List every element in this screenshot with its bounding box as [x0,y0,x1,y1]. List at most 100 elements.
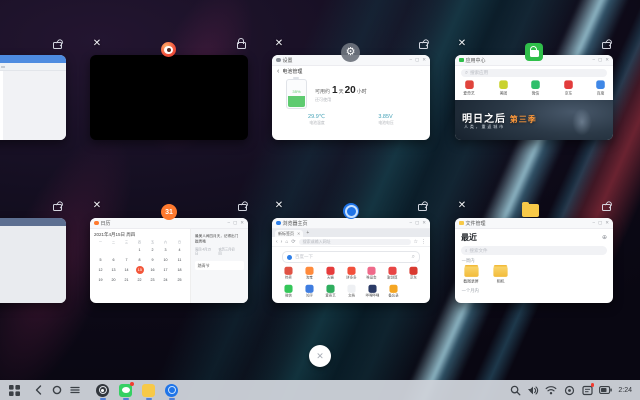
dock-wechat[interactable] [119,384,132,397]
card-settings[interactable]: 设置 –▢✕ ‹ 电池管理 35% 可用约 1 天 20 小时 还可使用 29.… [272,55,430,140]
search-icon: ⌕ [465,248,468,253]
weibo-app-icon [161,42,176,57]
window-controls: –▢✕ [406,221,426,226]
card-appcenter[interactable]: 应用中心 –▢✕ ⌕ 搜索应用 爱奇艺美团微信京东百度 明日之后 第三季 人类，… [455,55,613,140]
browser-icon [276,221,281,226]
page-title: 电池管理 [282,68,302,75]
unlock-icon[interactable] [601,38,610,49]
folder-icon [459,221,464,226]
search-icon: ⌕ [465,70,468,77]
window-title: 设置 [283,57,293,64]
close-card-files-button[interactable]: ✕ [456,200,468,212]
page-header: ‹ 电池管理 [272,66,430,77]
window-titlebar: 文件管理 –▢✕ [455,218,613,229]
home-icon: ⌂ [285,239,288,245]
unlock-icon[interactable] [52,38,61,49]
nav-recents-button[interactable] [66,382,84,398]
browser-search-box: 百度一下 ⌕ [282,251,420,263]
close-card-settings-button[interactable]: ✕ [273,38,285,50]
browser-app-icon [343,203,359,219]
screen-record-icon[interactable] [560,382,578,398]
banner-title: 明日之后 第三季 [462,110,537,125]
address-bar: 搜索或输入网址 [299,239,411,245]
unlock-icon[interactable] [601,200,610,211]
window-title: 日历 [101,220,111,227]
forward-icon: › [281,239,283,245]
unlock-icon[interactable] [237,200,246,211]
files-search-bar: ⌕ 搜索文件 [461,246,607,255]
close-card-browser-button[interactable]: ✕ [273,200,285,212]
banner-subtitle: 人类，重返城市 [464,124,505,129]
volume-icon[interactable] [524,382,542,398]
clock: 2:24 [618,387,632,394]
card-weibo[interactable] [90,55,248,140]
back-icon: ‹ [276,239,278,245]
card-calendar[interactable]: 日历 –▢✕ 2021年4月15日 周四 一二三四五六日 12345678910… [90,218,248,303]
browser-quick-links-row1: 热卖淘宝天猫拼多多唯品会聚划算京东 [272,263,430,281]
notification-badge [591,383,595,387]
card-notes-window[interactable] [0,218,66,303]
gear-icon [276,58,281,63]
close-card-appcenter-button[interactable]: ✕ [456,38,468,50]
search-icon[interactable] [506,382,524,398]
battery-graphic: 35% [286,79,307,109]
window-controls: –▢✕ [406,58,426,63]
calendar-event-item: 踏青节 [195,261,244,270]
browser-quick-links-row2: 微信知乎爱奇艺文档哔哩哔哩备忘录 [272,281,430,299]
browser-tab-strip: 新标签页 ✕ + [272,229,430,237]
window-controls: –▢✕ [589,221,609,226]
app-grid-button[interactable] [5,382,23,398]
window-titlebar [0,55,66,63]
clear-all-button[interactable]: ✕ [309,345,331,367]
window-content [0,226,66,303]
files-folder-row: 截图录屏相机 [455,264,613,285]
card-files[interactable]: 文件管理 –▢✕ 最近 ⊕ ⌕ 搜索文件 一周内 截图录屏相机 一个月内 [455,218,613,303]
card-browser[interactable]: 浏览器主页 –▢✕ 新标签页 ✕ + ‹ › ⌂ ⟳ 搜索或输入网址 ☆ ⋮ 百… [272,218,430,303]
appcenter-quick-apps: 爱奇艺美团微信京东百度 [455,77,613,98]
window-title: 浏览器主页 [283,220,308,227]
lock-icon[interactable] [236,38,245,49]
browser-toolbar: ‹ › ⌂ ⟳ 搜索或输入网址 ☆ ⋮ [272,237,430,247]
search-icon: ⌕ [412,254,415,261]
new-tab-icon: + [306,230,309,237]
unlock-icon[interactable] [52,200,61,211]
nav-back-button[interactable] [30,382,48,398]
close-card-calendar-button[interactable]: ✕ [91,200,103,212]
battery-stat: 29.9℃ 电池温度 [308,114,326,126]
notification-badge [130,382,135,387]
appcenter-icon [459,58,464,63]
reload-icon: ⟳ [291,239,295,245]
card-document-window[interactable] [0,55,66,140]
taskbar: 2:24 [0,380,640,400]
tab-close-icon: ✕ [297,231,300,236]
close-card-weibo-button[interactable]: ✕ [91,38,103,50]
unlock-icon[interactable] [417,200,426,211]
battery-remaining: 可用约 1 天 20 小时 还可使用 [315,85,367,103]
nav-home-button[interactable] [48,382,66,398]
dock-browser[interactable] [165,384,178,397]
window-controls: –▢✕ [589,58,609,63]
unlock-icon[interactable] [418,38,427,49]
window-titlebar [0,218,66,226]
battery-icon[interactable] [596,382,614,398]
wifi-icon[interactable] [542,382,560,398]
notifications-icon[interactable] [578,382,596,398]
calendar-icon [94,221,99,226]
appcenter-app-icon [525,43,543,61]
window-menubar [0,63,66,71]
appcenter-search-bar: ⌕ 搜索应用 [461,69,607,77]
dock-screen-recorder[interactable] [96,384,109,397]
menu-icon: ⋮ [421,239,426,245]
battery-stat: 3.85V 电池电压 [377,114,395,126]
files-app-icon [522,204,539,217]
dock-gallery[interactable] [142,384,155,397]
files-heading: 最近 [461,232,477,243]
window-title: 文件管理 [466,220,486,227]
bookmark-icon: ☆ [414,239,418,245]
settings-app-icon: ⚙ [341,43,360,62]
calendar-app-icon: 31 [161,204,177,220]
game-banner: 明日之后 第三季 人类，重返城市 [455,100,613,140]
window-controls: –▢✕ [224,221,244,226]
files-section-label: 一周内 [455,255,605,264]
calendar-day-grid: 1234567891011121314151617181920212223242… [94,245,186,285]
